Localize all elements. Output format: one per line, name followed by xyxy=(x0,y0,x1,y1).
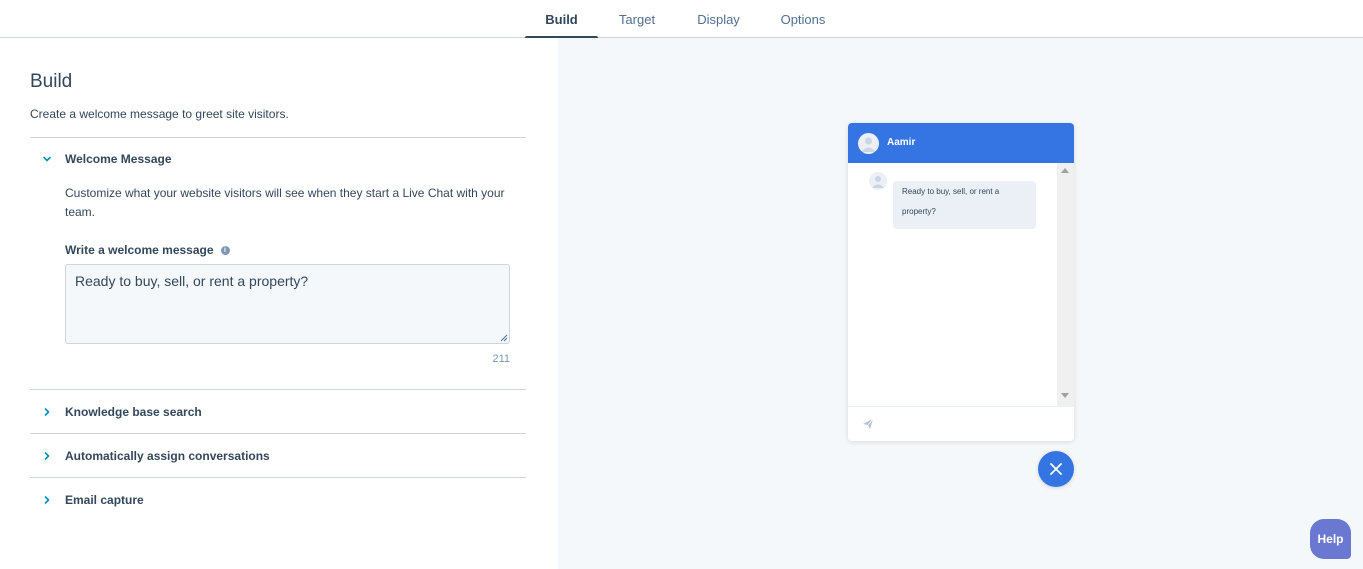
chat-messages: Ready to buy, sell, or rent a property? xyxy=(848,163,1057,406)
welcome-message-bubble: Ready to buy, sell, or rent a property? xyxy=(893,181,1036,229)
chevron-right-icon xyxy=(42,495,52,505)
scroll-down-arrow-icon[interactable] xyxy=(1061,393,1069,398)
divider xyxy=(30,477,526,478)
tab-display[interactable]: Display xyxy=(685,0,752,38)
accordion-automatically-assign-conversations[interactable]: Automatically assign conversations xyxy=(30,446,526,466)
chat-input-row[interactable] xyxy=(848,406,1074,441)
accordion-label: Knowledge base search xyxy=(65,405,202,419)
info-icon[interactable]: i xyxy=(220,245,230,255)
scroll-up-arrow-icon[interactable] xyxy=(1061,168,1069,173)
divider xyxy=(30,433,526,434)
chevron-down-icon xyxy=(42,154,52,164)
message-avatar xyxy=(869,172,887,190)
close-icon xyxy=(1050,463,1062,475)
accordion-label: Automatically assign conversations xyxy=(65,449,270,463)
welcome-message-description: Customize what your website visitors wil… xyxy=(65,186,505,219)
accordion-knowledge-base-search[interactable]: Knowledge base search xyxy=(30,402,526,422)
help-button[interactable]: Help xyxy=(1310,519,1351,559)
chat-preview-area: Aamir Ready to buy, sell, or rent a prop… xyxy=(558,38,1363,569)
divider xyxy=(30,137,526,138)
divider xyxy=(30,389,526,390)
tab-build[interactable]: Build xyxy=(525,0,598,39)
accordion-label: Email capture xyxy=(65,493,144,507)
welcome-message-field-label: Write a welcome message i xyxy=(65,243,230,257)
close-chat-button[interactable] xyxy=(1038,451,1074,487)
chat-header: Aamir xyxy=(848,123,1074,163)
page-title: Build xyxy=(30,71,73,92)
top-tab-bar: Build Target Display Options xyxy=(0,0,1363,39)
accordion-welcome-message[interactable]: Welcome Message xyxy=(30,149,526,169)
welcome-message-input[interactable]: Ready to buy, sell, or rent a property? xyxy=(65,264,510,344)
accordion-label: Welcome Message xyxy=(65,152,172,166)
chevron-right-icon xyxy=(42,407,52,417)
agent-avatar xyxy=(858,133,879,154)
chat-scrollbar[interactable] xyxy=(1057,163,1074,406)
send-icon[interactable] xyxy=(862,418,874,430)
field-label-text: Write a welcome message xyxy=(65,243,214,257)
page-description: Create a welcome message to greet site v… xyxy=(30,107,289,121)
resize-handle-icon[interactable] xyxy=(500,334,508,342)
build-settings-panel: Build Create a welcome message to greet … xyxy=(0,38,558,569)
accordion-email-capture[interactable]: Email capture xyxy=(30,490,526,510)
chevron-right-icon xyxy=(42,451,52,461)
character-count: 211 xyxy=(492,353,510,365)
chat-widget-preview: Aamir Ready to buy, sell, or rent a prop… xyxy=(848,123,1074,441)
tab-target[interactable]: Target xyxy=(604,0,670,38)
agent-name: Aamir xyxy=(887,137,916,148)
tab-options[interactable]: Options xyxy=(768,0,838,38)
